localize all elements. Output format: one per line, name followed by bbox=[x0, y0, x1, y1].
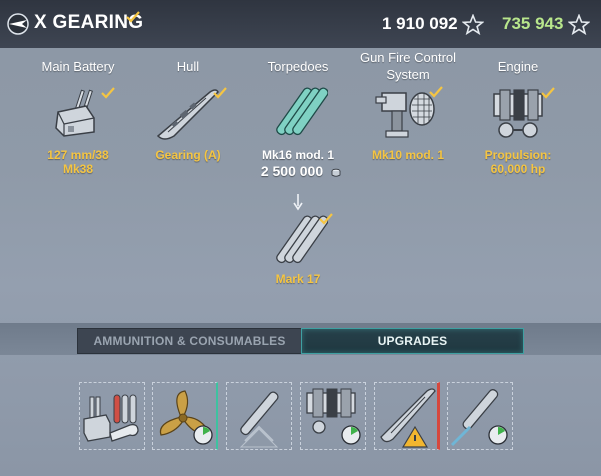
module-title-line1: Gun Fire Control bbox=[359, 50, 457, 65]
star-icon bbox=[568, 14, 590, 35]
credits-icon bbox=[331, 168, 341, 177]
torpedo-tube-upgrade-icon bbox=[450, 389, 508, 447]
tab-ammunition-consumables[interactable]: AMMUNITION & CONSUMABLES bbox=[77, 328, 302, 354]
researched-check-icon bbox=[319, 213, 333, 225]
main-battery-wrench-upgrade-icon bbox=[83, 394, 139, 442]
module-name-line2: Mk38 bbox=[62, 162, 94, 176]
free-xp-value: 735 943 bbox=[502, 14, 564, 33]
module-torpedoes[interactable]: Torpedoes Mk16 mod. 1 2 500 000 bbox=[248, 58, 348, 184]
upgrade-slot-1[interactable] bbox=[79, 382, 145, 450]
module-name-line1: 127 mm/38 bbox=[47, 148, 109, 162]
module-name: Mark 17 bbox=[275, 272, 321, 286]
torpedo-icon bbox=[276, 87, 328, 136]
module-name: Mk10 mod. 1 bbox=[371, 148, 445, 162]
module-title: Torpedoes bbox=[267, 59, 329, 74]
ship-header: X GEARING 1 910 092 735 943 bbox=[0, 0, 601, 48]
module-title: Main Battery bbox=[41, 59, 115, 74]
torpedo-upgrade-icon bbox=[239, 391, 279, 448]
engine-upgrade-icon bbox=[306, 388, 361, 445]
module-main-battery[interactable]: Main Battery 127 mm/38 Mk38 bbox=[28, 58, 128, 178]
researched-check-icon bbox=[126, 11, 140, 23]
upgrade-slot-5[interactable] bbox=[374, 382, 440, 450]
upgrade-slot-6[interactable] bbox=[447, 382, 513, 450]
researched-check-icon bbox=[541, 87, 555, 99]
star-icon bbox=[462, 14, 484, 35]
propeller-upgrade-icon bbox=[159, 390, 213, 445]
module-title-line2: System bbox=[386, 67, 430, 82]
nation-flag-icon bbox=[7, 13, 29, 35]
module-name-line2: 60,000 hp bbox=[490, 162, 546, 176]
upgrade-slot-2[interactable] bbox=[152, 382, 218, 450]
module-engine[interactable]: Engine Propulsion: 60,000 hp bbox=[468, 58, 568, 178]
module-title: Engine bbox=[497, 59, 539, 74]
module-gun-fire-control[interactable]: Gun Fire Control System Mk10 mod. 1 bbox=[358, 49, 458, 164]
upgrade-slot-4[interactable] bbox=[300, 382, 366, 450]
ship-xp-value: 1 910 092 bbox=[382, 14, 458, 33]
hull-warning-upgrade-icon bbox=[380, 388, 436, 448]
upgrade-slot-3[interactable] bbox=[226, 382, 292, 450]
module-name: Gearing (A) bbox=[155, 148, 221, 162]
module-torpedoes-mark17[interactable]: Mark 17 bbox=[248, 210, 348, 290]
researched-check-icon bbox=[429, 86, 443, 98]
researched-check-icon bbox=[213, 87, 227, 99]
research-arrow-icon bbox=[293, 194, 303, 211]
module-title: Hull bbox=[176, 59, 200, 74]
module-name-line1: Propulsion: bbox=[484, 148, 552, 162]
module-name: Mk16 mod. 1 bbox=[261, 148, 335, 162]
engine-icon bbox=[493, 89, 543, 138]
researched-check-icon bbox=[101, 87, 115, 99]
tab-upgrades[interactable]: UPGRADES bbox=[301, 328, 524, 354]
main-battery-icon bbox=[55, 89, 95, 137]
module-hull[interactable]: Hull Gearing (A) bbox=[138, 58, 238, 168]
module-price: 2 500 000 bbox=[260, 163, 324, 179]
